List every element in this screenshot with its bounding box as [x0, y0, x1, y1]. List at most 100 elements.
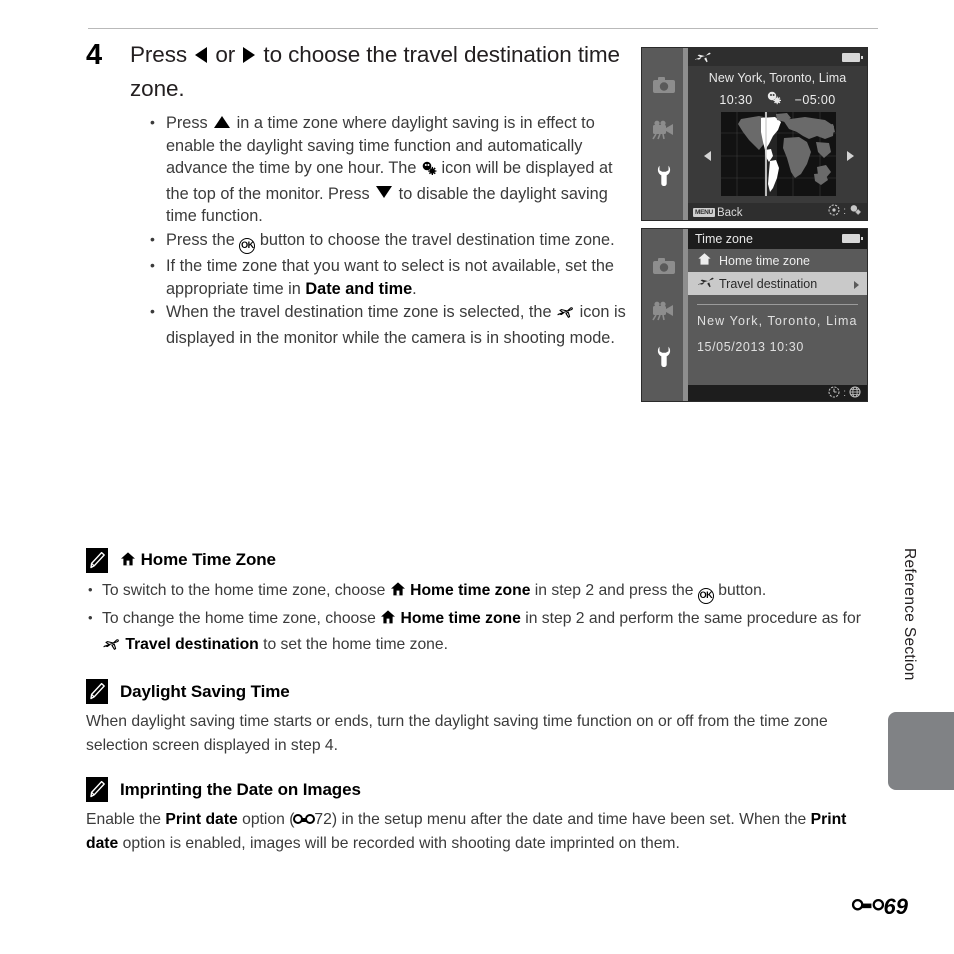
step-title-prefix: Press: [130, 42, 194, 67]
note-heading: Daylight Saving Time: [86, 679, 876, 704]
text-run: button.: [713, 582, 767, 599]
note-paragraph: Enable the Print date option (72) in the…: [86, 808, 876, 856]
daylight-saving-icon: [849, 204, 862, 219]
triangle-right-icon: [243, 47, 256, 63]
step-bullet-list: Press in a time zone where daylight savi…: [148, 111, 626, 349]
menu-datetime-label: 15/05/2013 10:30: [697, 340, 804, 354]
screen-bottombar: :: [688, 385, 867, 401]
screen-utc-offset: −05:00: [794, 92, 836, 107]
page-number: 69: [851, 894, 908, 920]
text-run: When daylight saving time starts or ends…: [86, 713, 828, 754]
chevron-left-icon[interactable]: [704, 151, 711, 161]
home-icon: [380, 609, 396, 633]
text-run: in step 2 and press the: [530, 582, 698, 599]
screen-hint-right: :: [828, 204, 862, 219]
screen-titlebar: Time zone: [688, 229, 867, 249]
travel-destination-icon: [102, 636, 121, 660]
airplane-icon: [694, 50, 711, 69]
note-heading: Imprinting the Date on Images: [86, 777, 876, 802]
menu-row-label: Travel destination: [719, 276, 818, 291]
airplane-icon: [697, 275, 719, 292]
screen-time-row: 10:30 −05:00: [688, 91, 867, 108]
ok-button-icon: OK: [697, 588, 714, 604]
world-map: [721, 112, 836, 196]
page-number-value: 69: [883, 894, 908, 919]
pencil-note-icon: [86, 777, 108, 802]
screen-topbar: [688, 48, 867, 66]
movie-icon: [651, 301, 677, 326]
triangle-down-icon: [376, 185, 393, 198]
bold-run: Print date: [165, 811, 238, 828]
globe-icon: [849, 385, 861, 401]
menu-row-travel-destination[interactable]: Travel destination: [688, 272, 867, 295]
notes-section: Home Time Zone To switch to the home time…: [86, 548, 876, 875]
note-heading: Home Time Zone: [86, 548, 876, 573]
text-run: .: [412, 279, 417, 298]
menu-key-badge: MENU: [693, 207, 715, 217]
menu-city-label: New York, Toronto, Lima: [697, 314, 858, 328]
note-title: Imprinting the Date on Images: [120, 779, 361, 799]
note-bullet-list: To switch to the home time zone, choose …: [86, 578, 876, 660]
step-bullet-item: If the time zone that you want to select…: [148, 254, 626, 300]
setup-wrench-icon: [651, 163, 677, 192]
screen-time: 10:30: [719, 92, 753, 107]
text-run: button to choose the travel destination …: [255, 230, 615, 249]
home-icon: [697, 252, 719, 269]
menu-row-home-time-zone[interactable]: Home time zone: [688, 249, 867, 272]
screen-back-hint: MENU Back: [693, 203, 743, 221]
note-title: Home Time Zone: [120, 550, 276, 572]
note-title: Daylight Saving Time: [120, 681, 290, 701]
step-number: 4: [86, 39, 103, 71]
bold-run: Travel destination: [121, 636, 259, 653]
triangle-up-icon: [214, 116, 231, 128]
step-title: Press or to choose the travel destinatio…: [130, 38, 626, 106]
screen-map-area: [688, 112, 867, 196]
daylight-saving-icon: [766, 91, 782, 108]
header-rule: [88, 28, 878, 29]
text-run: to set the home time zone.: [258, 636, 448, 653]
back-label: Back: [716, 206, 743, 219]
text-run: To switch to the home time zone, choose: [102, 582, 390, 599]
note-section: Imprinting the Date on Images Enable the …: [86, 777, 876, 856]
screen-body: Time zone Home time zone Travel destinati…: [688, 229, 867, 401]
screen-sidebar: [642, 48, 688, 220]
step-bullet-item: Press in a time zone where daylight savi…: [148, 111, 626, 228]
triangle-left-icon: [195, 47, 208, 63]
clock-icon: [828, 385, 840, 401]
daylight-saving-icon: [421, 160, 437, 183]
text-run: When the travel destination time zone is…: [166, 303, 557, 322]
camera-screen-timezone-map: New York, Toronto, Lima 10:30 −05:00 MEN…: [641, 47, 868, 221]
screen-body: New York, Toronto, Lima 10:30 −05:00 MEN…: [688, 48, 867, 220]
note-section: Daylight Saving Time When daylight saving…: [86, 679, 876, 758]
note-bullet-item: To change the home time zone, choose Hom…: [86, 606, 876, 660]
side-section-tab: [888, 712, 954, 790]
setup-wrench-icon: [651, 344, 677, 373]
step-bullet-item: Press the OK button to choose the travel…: [148, 228, 626, 254]
bold-run: Home time zone: [405, 582, 531, 599]
menu-separator: [697, 304, 858, 305]
text-run: Press the: [166, 230, 240, 249]
text-run: in step 2 and perform the same procedure…: [520, 610, 861, 627]
menu-row-list: Home time zone Travel destination: [688, 249, 867, 295]
text-run: Press: [166, 114, 213, 132]
pencil-note-icon: [86, 548, 108, 573]
movie-icon: [651, 120, 677, 145]
step-heading: 4 Press or to choose the travel destinat…: [86, 38, 626, 106]
camera-icon: [651, 257, 677, 280]
note-paragraph: When daylight saving time starts or ends…: [86, 710, 876, 758]
bold-run: Home time zone: [396, 610, 521, 627]
battery-icon: [842, 234, 863, 243]
text-run: option (: [237, 811, 295, 828]
note-section: Home Time Zone To switch to the home time…: [86, 548, 876, 660]
battery-icon: [842, 53, 863, 62]
multi-selector-icon: [828, 204, 840, 219]
home-icon: [390, 581, 406, 605]
screen-title: Time zone: [695, 232, 753, 246]
chevron-right-icon[interactable]: [847, 151, 854, 161]
text-run: Enable the: [86, 811, 166, 828]
home-icon: [120, 551, 136, 572]
pencil-note-icon: [86, 679, 108, 704]
hint-separator: :: [843, 387, 846, 399]
chevron-right-icon: [854, 281, 859, 289]
step-block: 4 Press or to choose the travel destinat…: [86, 38, 626, 350]
